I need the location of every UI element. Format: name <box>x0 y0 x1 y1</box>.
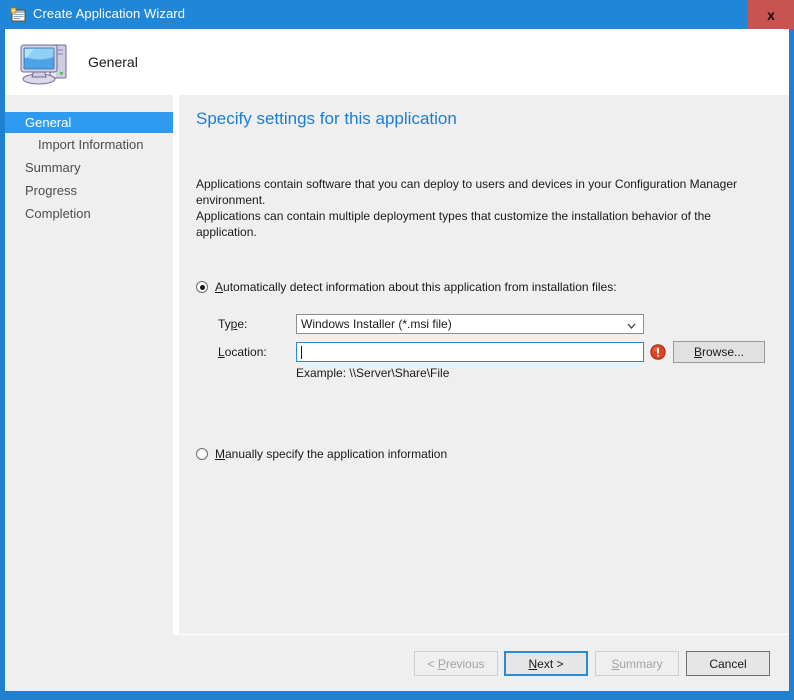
sidebar-item-general[interactable]: General <box>5 112 173 133</box>
type-label-post: e: <box>237 317 248 331</box>
header-page-name: General <box>88 54 138 70</box>
location-label-post: ocation: <box>224 345 267 359</box>
type-field-row: Type: Windows Installer (*.msi file) <box>218 314 644 334</box>
type-label-pre: Ty <box>218 317 231 331</box>
radio-auto-detect-accel: A <box>215 280 224 294</box>
next-button[interactable]: Next > <box>504 651 588 676</box>
sidebar-item-import-information[interactable]: Import Information <box>5 134 173 155</box>
intro-line-2: Applications can contain multiple deploy… <box>196 209 711 239</box>
close-button[interactable]: x <box>748 0 794 29</box>
location-example-text: Example: \\Server\Share\File <box>296 366 450 380</box>
close-icon: x <box>767 6 775 23</box>
radio-manual-specify-label: Manually specify the application informa… <box>215 447 447 461</box>
location-field-row: Location: Browse... <box>218 341 765 363</box>
wizard-header: General <box>5 29 789 95</box>
radio-manual-text: anually specify the application informat… <box>225 447 448 461</box>
sidebar-item-label: Summary <box>25 160 81 175</box>
radio-manual-specify-indicator <box>196 448 208 460</box>
location-label-accel: L <box>218 345 225 359</box>
cancel-button[interactable]: Cancel <box>686 651 770 676</box>
browse-text: rowse... <box>702 345 745 359</box>
location-field-label: Location: <box>218 345 296 359</box>
radio-auto-detect-indicator <box>196 281 208 293</box>
page-title: Specify settings for this application <box>196 109 457 128</box>
radio-auto-detect-label: Automatically detect information about t… <box>215 280 617 294</box>
sidebar-item-label: General <box>25 115 72 130</box>
previous-button-label: < Previous <box>427 657 484 671</box>
wizard-steps-sidebar: General Import Information Summary Progr… <box>5 95 173 691</box>
radio-manual-specify[interactable]: Manually specify the application informa… <box>196 447 447 461</box>
summary-post: ummary <box>619 656 663 671</box>
browse-accel: B <box>693 345 702 359</box>
wizard-body: General Import Information Summary Progr… <box>5 95 789 691</box>
browse-button-label: Browse... <box>694 345 744 359</box>
type-select-value: Windows Installer (*.msi file) <box>301 317 452 331</box>
next-post: ext > <box>537 656 564 671</box>
previous-button[interactable]: < Previous <box>414 651 498 676</box>
sidebar-item-summary[interactable]: Summary <box>5 157 173 178</box>
summary-button[interactable]: Summary <box>595 651 679 676</box>
chevron-down-icon <box>627 320 636 329</box>
computer-icon <box>18 35 74 89</box>
error-exclamation-icon <box>650 344 666 360</box>
next-accel: N <box>528 656 538 671</box>
summary-button-label: Summary <box>611 657 662 671</box>
previous-pre: < <box>427 656 438 671</box>
intro-line-1: Applications contain software that you c… <box>196 177 737 207</box>
wizard-window: Create Application Wizard x General Gene… <box>0 0 794 700</box>
radio-auto-detect[interactable]: Automatically detect information about t… <box>196 280 617 294</box>
cancel-button-label: Cancel <box>709 656 747 671</box>
sidebar-item-label: Import Information <box>38 137 144 152</box>
sidebar-item-label: Completion <box>25 206 91 221</box>
title-bar: Create Application Wizard x <box>0 0 794 29</box>
type-field-label: Type: <box>218 317 296 331</box>
next-button-label: Next > <box>528 657 563 671</box>
location-input[interactable] <box>296 342 644 362</box>
type-select[interactable]: Windows Installer (*.msi file) <box>296 314 644 334</box>
browse-button[interactable]: Browse... <box>673 341 765 363</box>
wizard-window-icon <box>10 7 26 23</box>
radio-manual-accel: M <box>215 447 225 461</box>
text-caret <box>301 345 302 359</box>
radio-auto-detect-text: utomatically detect information about th… <box>223 280 617 294</box>
previous-accel: P <box>437 656 446 671</box>
sidebar-item-completion[interactable]: Completion <box>5 203 173 224</box>
sidebar-item-progress[interactable]: Progress <box>5 180 173 201</box>
wizard-content-panel: Specify settings for this application Ap… <box>179 95 789 634</box>
window-title: Create Application Wizard <box>33 6 186 21</box>
wizard-footer: < Previous Next > Summary Cancel <box>5 635 789 691</box>
intro-text: Applications contain software that you c… <box>196 176 771 240</box>
previous-post: revious <box>445 656 485 671</box>
sidebar-item-label: Progress <box>25 183 78 198</box>
